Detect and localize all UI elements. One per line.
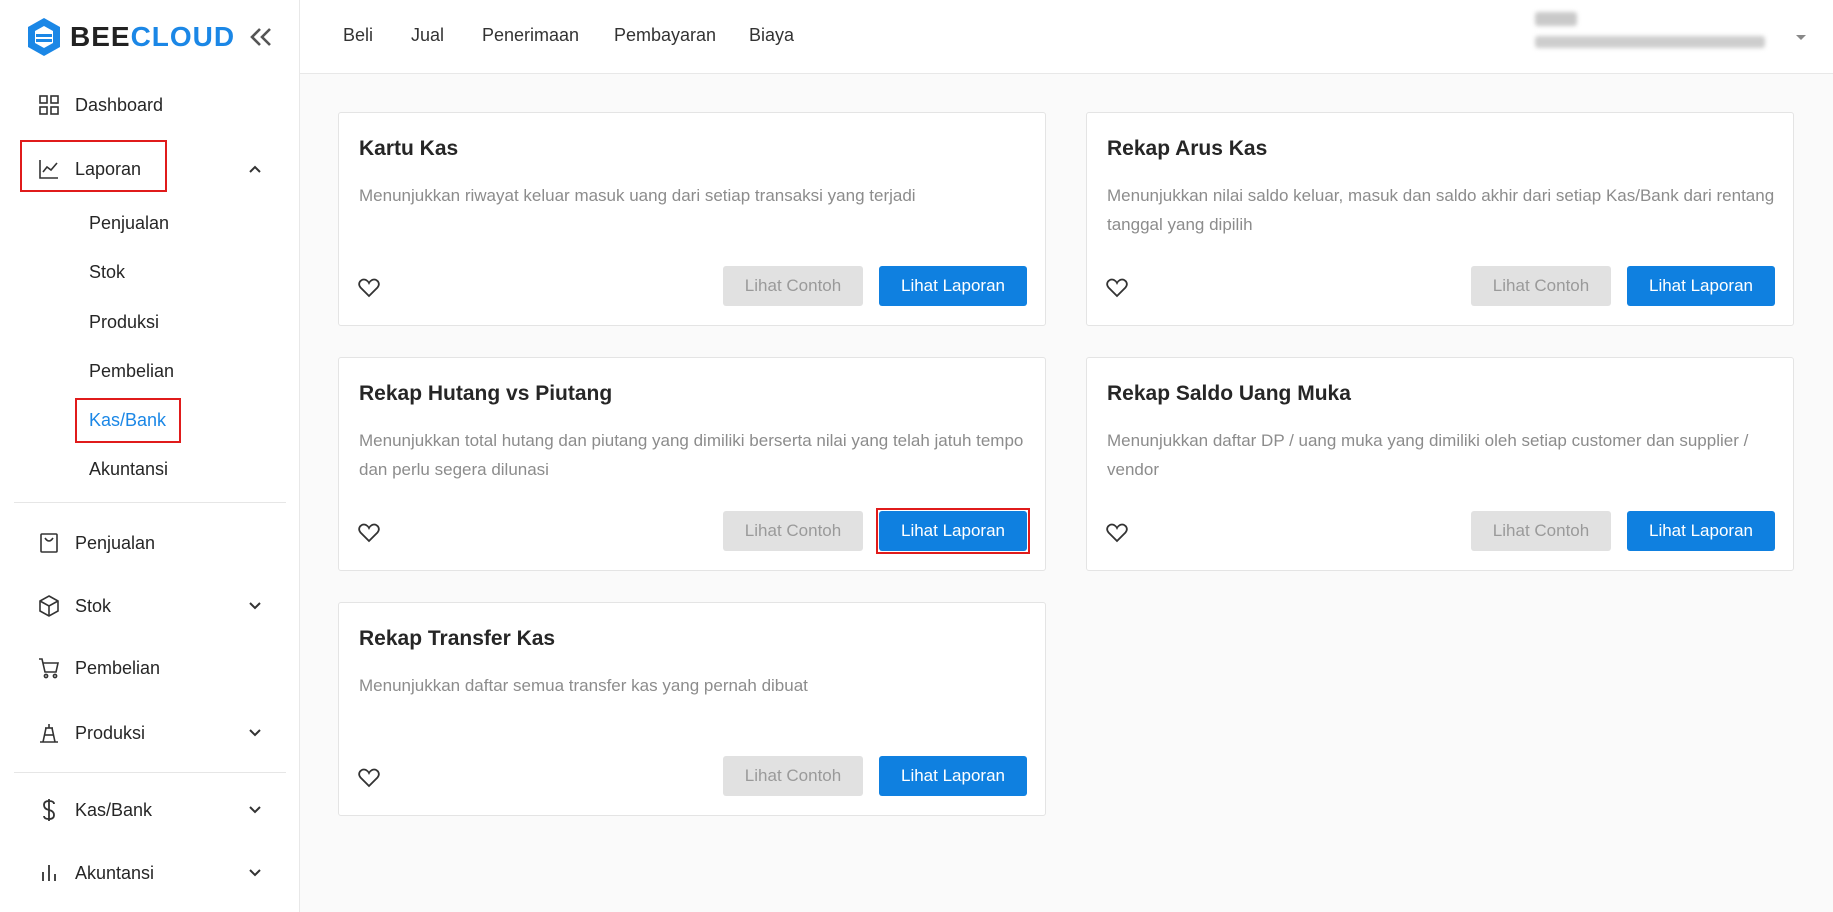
line-chart-icon [38,158,60,180]
heart-icon[interactable] [357,521,381,545]
view-example-button[interactable]: Lihat Contoh [723,266,863,306]
view-example-button[interactable]: Lihat Contoh [1471,511,1611,551]
sidebar-item-dashboard[interactable]: Dashboard [0,90,300,120]
report-card: Rekap Hutang vs Piutang Menunjukkan tota… [338,357,1046,571]
top-menu-biaya[interactable]: Biaya [749,25,794,46]
view-report-button[interactable]: Lihat Laporan [1627,511,1775,551]
submenu-item-akuntansi[interactable]: Akuntansi [89,459,168,480]
sidebar-item-produksi[interactable]: Produksi [0,718,300,748]
logo-text: BEECLOUD [70,21,236,52]
caret-down-icon[interactable] [1794,30,1808,44]
report-card: Kartu Kas Menunjukkan riwayat keluar mas… [338,112,1046,326]
heart-icon[interactable] [357,276,381,300]
chevron-down-icon [247,802,263,818]
card-description: Menunjukkan daftar semua transfer kas ya… [359,676,808,695]
sidebar-item-label: Akuntansi [75,862,155,883]
top-menu-jual[interactable]: Jual [411,25,444,46]
grid-icon [38,94,60,116]
sidebar-item-label: Penjualan [75,532,156,553]
top-menu-penerimaan[interactable]: Penerimaan [482,25,579,46]
report-card: Rekap Transfer Kas Menunjukkan daftar se… [338,602,1046,816]
sidebar-item-kas-bank[interactable]: Kas/Bank [0,795,300,825]
sidebar-item-pembelian[interactable]: Pembelian [0,653,300,683]
card-description: Menunjukkan riwayat keluar masuk uang da… [359,186,916,205]
submenu-item-penjualan[interactable]: Penjualan [89,213,169,234]
view-report-button[interactable]: Lihat Laporan [1627,266,1775,306]
sidebar-item-laporan[interactable]: Laporan [0,154,300,184]
user-account[interactable] [1535,12,1785,48]
card-title: Rekap Transfer Kas [359,627,556,650]
sidebar-item-akuntansi[interactable]: Akuntansi [0,858,300,888]
sidebar-item-label: Stok [75,595,112,616]
card-title: Rekap Arus Kas [1107,137,1268,160]
card-description: Menunjukkan nilai saldo keluar, masuk da… [1107,186,1775,234]
sidebar-divider [14,502,286,503]
beecloud-logo-icon [28,18,60,56]
submenu-item-produksi[interactable]: Produksi [89,312,159,333]
sidebar-item-penjualan[interactable]: Penjualan [0,528,300,558]
top-navbar: Beli Jual Penerimaan Pembayaran Biaya [300,0,1833,74]
sidebar-item-label: Pembelian [75,657,161,678]
card-title: Rekap Hutang vs Piutang [359,382,613,405]
sidebar-item-label: Produksi [75,722,146,743]
double-chevron-left-icon [250,28,271,46]
heart-icon[interactable] [1105,521,1129,545]
chevron-down-icon [247,865,263,881]
dollar-icon [38,799,60,821]
sidebar-divider [14,772,286,773]
chevron-down-icon [247,725,263,741]
view-report-button[interactable]: Lihat Laporan [879,756,1027,796]
view-example-button[interactable]: Lihat Contoh [1471,266,1611,306]
heart-icon[interactable] [357,766,381,790]
collapse-sidebar-button[interactable] [246,22,276,52]
cart-icon [38,657,60,679]
view-report-button[interactable]: Lihat Laporan [879,511,1027,551]
report-card: Rekap Saldo Uang Muka Menunjukkan daftar… [1086,357,1794,571]
top-menu-beli[interactable]: Beli [343,25,373,46]
submenu-item-stok[interactable]: Stok [89,262,125,283]
card-title: Rekap Saldo Uang Muka [1107,382,1351,405]
sidebar-item-label: Laporan [75,158,142,179]
view-example-button[interactable]: Lihat Contoh [723,756,863,796]
view-report-button[interactable]: Lihat Laporan [879,266,1027,306]
top-menu-pembayaran[interactable]: Pembayaran [614,25,716,46]
card-title: Kartu Kas [359,137,459,160]
submenu-item-kas-bank[interactable]: Kas/Bank [89,410,166,431]
view-example-button[interactable]: Lihat Contoh [723,511,863,551]
sidebar-item-label: Dashboard [75,94,164,115]
chevron-up-icon [247,161,263,177]
card-description: Menunjukkan total hutang dan piutang yan… [359,431,1024,479]
sidebar-item-label: Kas/Bank [75,799,153,820]
bag-icon [38,532,60,554]
card-description: Menunjukkan daftar DP / uang muka yang d… [1107,431,1749,479]
user-name-blurred [1535,12,1577,26]
bar-chart-icon [38,862,60,884]
sidebar-item-stok[interactable]: Stok [0,591,300,621]
production-icon [38,722,60,744]
submenu-item-pembelian[interactable]: Pembelian [89,361,174,382]
user-email-blurred [1535,36,1765,48]
sidebar: BEECLOUD Dashboard Laporan Penjualan Sto… [0,0,300,912]
heart-icon[interactable] [1105,276,1129,300]
box-icon [38,595,60,617]
report-card: Rekap Arus Kas Menunjukkan nilai saldo k… [1086,112,1794,326]
chevron-down-icon [247,598,263,614]
logo: BEECLOUD [0,0,299,74]
